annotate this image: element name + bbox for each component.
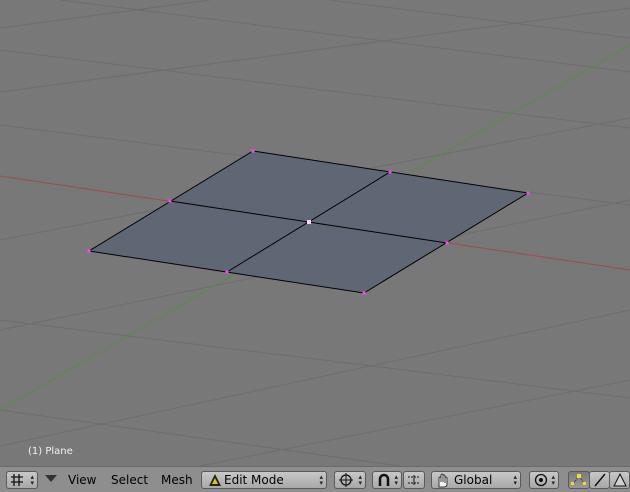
mode-selector[interactable]: Edit Mode ▴ ▾ bbox=[201, 471, 327, 489]
pivot-point-button[interactable]: ▴ ▾ bbox=[334, 471, 366, 489]
hand-icon bbox=[438, 473, 448, 488]
orientation-label: Global bbox=[454, 473, 493, 487]
edit-mode-triangle-icon bbox=[209, 474, 221, 486]
updown-arrows-icon: ▴ ▾ bbox=[358, 473, 362, 487]
proportional-edit-icon bbox=[378, 473, 390, 486]
viewport-canvas[interactable] bbox=[0, 0, 630, 466]
updown-arrows-icon: ▴ ▾ bbox=[513, 473, 517, 487]
pivot-point-icon bbox=[339, 473, 353, 487]
edge-select-button[interactable] bbox=[589, 471, 610, 489]
vertex-select-button[interactable] bbox=[568, 471, 590, 489]
object-info-label: (1) Plane bbox=[28, 446, 73, 457]
view-menu[interactable]: View bbox=[68, 473, 96, 487]
plane-mesh[interactable] bbox=[87, 149, 530, 295]
mesh-menu[interactable]: Mesh bbox=[161, 473, 193, 487]
viewport-header: ▴ ▾ View Select Mesh Edit Mode ▴ ▾ ▴ ▾ ▴ ▾ bbox=[0, 466, 630, 492]
updown-arrows-icon: ▴ ▾ bbox=[319, 473, 323, 487]
updown-arrows-icon: ▴ ▾ bbox=[30, 473, 34, 487]
editor-type-button[interactable]: ▴ ▾ bbox=[6, 471, 38, 489]
grid-view-icon bbox=[11, 474, 23, 486]
proportional-edit-button[interactable]: ▴ ▾ bbox=[372, 471, 402, 489]
3d-viewport[interactable]: (1) Plane bbox=[0, 0, 630, 466]
transform-orientation-selector[interactable]: Global ▴ ▾ bbox=[431, 471, 521, 489]
updown-arrows-icon: ▴ ▾ bbox=[551, 473, 555, 487]
collapse-menu-icon[interactable] bbox=[45, 475, 57, 482]
vertex-select-icon bbox=[571, 474, 586, 485]
select-menu[interactable]: Select bbox=[111, 473, 148, 487]
edge-select-icon bbox=[594, 473, 606, 487]
mode-label: Edit Mode bbox=[224, 473, 284, 487]
snap-button[interactable]: ▴ ▾ bbox=[529, 471, 559, 489]
updown-arrows-icon: ▴ ▾ bbox=[394, 473, 398, 487]
blender-window: (1) Plane ▴ ▾ View Select Mesh Edit Mode … bbox=[0, 0, 630, 492]
mirror-arrows-icon bbox=[408, 475, 420, 485]
face-select-button[interactable] bbox=[609, 471, 630, 489]
mirror-edit-button[interactable] bbox=[403, 471, 425, 489]
target-icon bbox=[534, 473, 548, 487]
face-select-icon bbox=[613, 473, 627, 487]
